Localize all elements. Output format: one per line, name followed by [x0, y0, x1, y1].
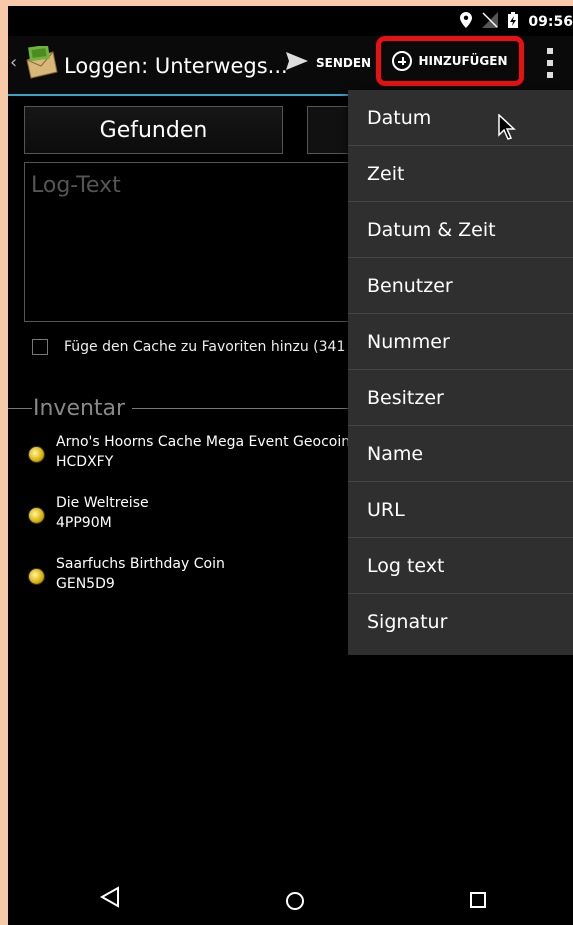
favorite-label: Füge den Cache zu Favoriten hinzu (341: [64, 339, 346, 355]
app-screen: 09:56 ‹ Loggen: Unterwegs... SENDEN HINZ…: [8, 6, 573, 925]
action-bar: ‹ Loggen: Unterwegs... SENDEN HINZUFÜGEN: [8, 36, 573, 96]
send-label: SENDEN: [316, 55, 372, 70]
inventory-divider-left: [8, 408, 32, 409]
send-icon: [286, 52, 308, 73]
inventory-divider-right: [132, 408, 362, 409]
trackable-code: 4PP90M: [56, 515, 112, 531]
page-title: Loggen: Unterwegs...: [64, 54, 288, 78]
trackable-code: HCDXFY: [56, 454, 114, 470]
trackable-code: GEN5D9: [56, 576, 115, 592]
trackable-name: Saarfuchs Birthday Coin: [56, 556, 225, 572]
menu-item-signatur[interactable]: Signatur: [348, 594, 573, 650]
menu-item-url[interactable]: URL: [348, 482, 573, 538]
location-icon: [460, 12, 473, 32]
add-dropdown-menu: Datum Zeit Datum & Zeit Benutzer Nummer …: [348, 90, 573, 655]
menu-item-datum-zeit[interactable]: Datum & Zeit: [348, 202, 573, 258]
clock: 09:56: [528, 14, 573, 30]
status-icons: 09:56: [460, 12, 573, 32]
status-bar: 09:56: [8, 6, 573, 36]
cache-log-icon[interactable]: [23, 44, 59, 80]
menu-item-datum[interactable]: Datum: [348, 90, 573, 146]
menu-item-name[interactable]: Name: [348, 426, 573, 482]
menu-item-log-text[interactable]: Log text: [348, 538, 573, 594]
back-caret-icon[interactable]: ‹: [10, 52, 17, 73]
nav-back-icon[interactable]: [99, 886, 120, 912]
favorite-row[interactable]: Füge den Cache zu Favoriten hinzu (341: [32, 339, 345, 355]
inventory-title: Inventar: [33, 396, 126, 421]
add-button[interactable]: HINZUFÜGEN: [376, 36, 524, 86]
log-type-button[interactable]: Gefunden: [24, 106, 283, 154]
navigation-bar: [8, 874, 573, 925]
menu-item-nummer[interactable]: Nummer: [348, 314, 573, 370]
menu-item-benutzer[interactable]: Benutzer: [348, 258, 573, 314]
no-signal-icon: [482, 12, 499, 32]
battery-charging-icon: [508, 12, 519, 32]
trackable-name: Arno's Hoorns Cache Mega Event Geocoin: [56, 434, 351, 450]
add-label: HINZUFÜGEN: [418, 54, 508, 68]
trackable-coin-icon: [28, 568, 45, 585]
nav-home-icon[interactable]: [286, 892, 304, 910]
trackable-name: Die Weltreise: [56, 495, 149, 511]
menu-item-besitzer[interactable]: Besitzer: [348, 370, 573, 426]
add-circle-icon: [392, 51, 413, 71]
trackable-coin-icon: [28, 507, 45, 524]
overflow-menu-icon[interactable]: [546, 48, 554, 78]
trackable-coin-icon: [28, 446, 45, 463]
send-button[interactable]: SENDEN: [286, 52, 371, 73]
menu-item-zeit[interactable]: Zeit: [348, 146, 573, 202]
nav-recent-apps-icon[interactable]: [470, 892, 486, 908]
favorite-checkbox[interactable]: [32, 339, 48, 355]
